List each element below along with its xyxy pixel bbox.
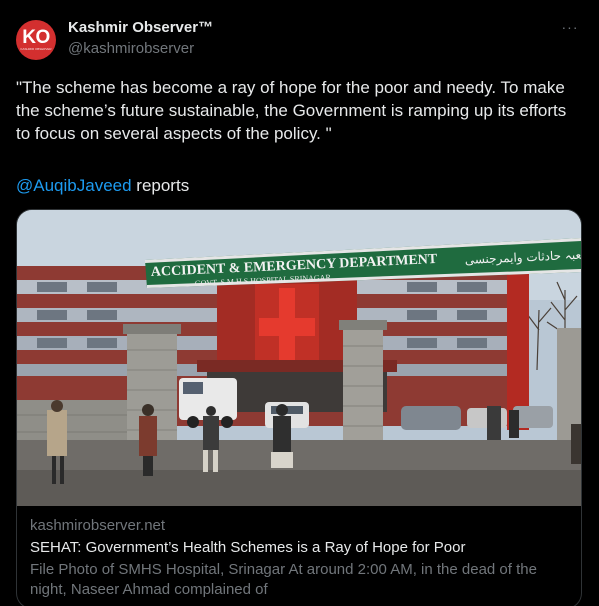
card-meta: kashmirobserver.net SEHAT: Government’s … (30, 516, 570, 600)
account-handle[interactable]: @kashmirobserver (68, 39, 213, 59)
card-description: File Photo of SMHS Hospital, Srinagar At… (30, 561, 537, 598)
card-image[interactable]: ACCIDENT & EMERGENCY DEPARTMENT GOVT. S.… (17, 210, 581, 506)
tweet[interactable]: KO KASHMIR OBSERVER Kashmir Observer™ @k… (0, 0, 599, 606)
avatar-logo-text: KO (22, 27, 50, 48)
display-name[interactable]: Kashmir Observer™ (68, 18, 213, 38)
author-names: Kashmir Observer™ @kashmirobserver (68, 18, 213, 59)
tweet-text: "The scheme has become a ray of hope for… (16, 78, 572, 143)
mention-link[interactable]: @AuqibJaveed (16, 176, 132, 195)
link-card[interactable]: ACCIDENT & EMERGENCY DEPARTMENT GOVT. S.… (16, 209, 582, 606)
tweet-mention-line: @AuqibJaveed reports (16, 174, 189, 197)
avatar[interactable]: KO KASHMIR OBSERVER (16, 20, 56, 60)
more-options-icon[interactable]: ··· (559, 18, 581, 36)
card-title[interactable]: SEHAT: Government’s Health Schemes is a … (30, 538, 570, 558)
card-domain[interactable]: kashmirobserver.net (30, 516, 570, 536)
tweet-header: KO KASHMIR OBSERVER Kashmir Observer™ @k… (16, 16, 583, 60)
mention-suffix: reports (131, 176, 190, 195)
hospital-photo: ACCIDENT & EMERGENCY DEPARTMENT GOVT. S.… (17, 210, 581, 506)
avatar-logo-subtext: KASHMIR OBSERVER (20, 47, 52, 51)
